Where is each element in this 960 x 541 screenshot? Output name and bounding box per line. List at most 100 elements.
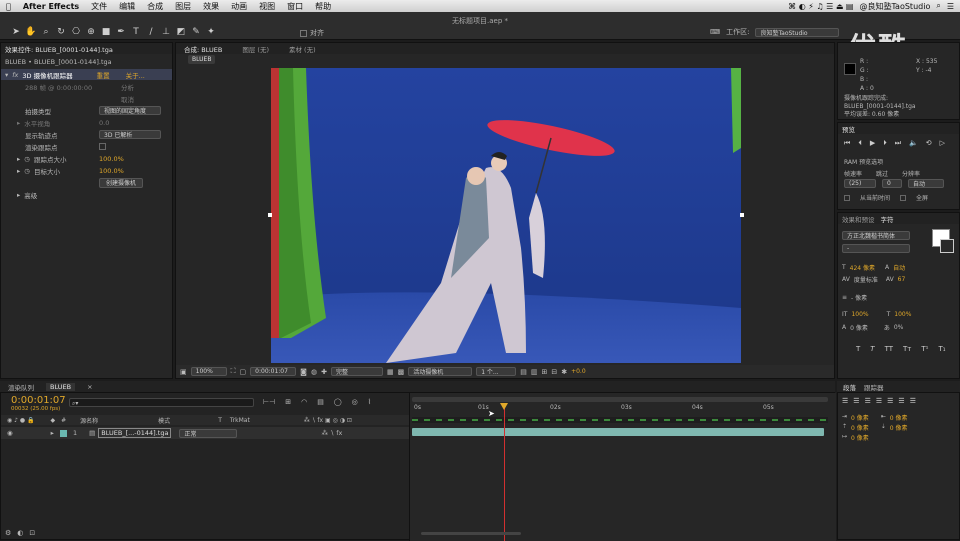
- layer-bar[interactable]: [412, 428, 824, 436]
- transparency-grid-icon[interactable]: ▩: [398, 368, 405, 376]
- align-left-icon[interactable]: ☰: [842, 397, 848, 405]
- col-name[interactable]: 源名称: [80, 416, 98, 425]
- layer-name[interactable]: BLUEB_[...-0144].tga: [98, 428, 172, 438]
- stroke-color-swatch[interactable]: [940, 239, 954, 253]
- always-preview-icon[interactable]: ▣: [180, 368, 187, 376]
- tsume-value[interactable]: 0%: [894, 324, 904, 331]
- camera-select[interactable]: 活动摄像机: [408, 367, 473, 376]
- chevron-right-icon[interactable]: ▸: [17, 119, 20, 127]
- comp-viewer[interactable]: [271, 68, 741, 363]
- playhead-line[interactable]: [504, 403, 505, 541]
- first-line-indent-value[interactable]: 0 像素: [851, 433, 869, 442]
- small-caps-icon[interactable]: Tт: [903, 345, 911, 353]
- eye-icon[interactable]: ◉: [7, 429, 13, 437]
- brainstorm-icon[interactable]: ◎: [352, 398, 358, 406]
- timeline-timecode[interactable]: 0:00:01:07: [11, 395, 66, 406]
- timeline-icon[interactable]: ⊞: [541, 368, 547, 376]
- res-select[interactable]: 自动: [908, 179, 944, 188]
- target-size-value[interactable]: 100.0%: [99, 165, 124, 176]
- superscript-icon[interactable]: T¹: [921, 345, 928, 353]
- toggle-pixel-icon[interactable]: ▤: [520, 368, 527, 376]
- motion-blur-icon[interactable]: ◯: [334, 398, 342, 406]
- all-caps-icon[interactable]: TT: [885, 345, 893, 353]
- layer-search-input[interactable]: ⌕▾: [69, 398, 254, 407]
- tracker-tab[interactable]: 跟踪器: [864, 382, 884, 392]
- table-row[interactable]: ◉ ▸ 1 ▤ BLUEB_[...-0144].tga 正常 ⁂ ∖ fx: [1, 427, 409, 439]
- about-link[interactable]: 关于...: [126, 70, 145, 80]
- effects-tab[interactable]: 效果控件: BLUEB_[0001-0144].tga: [5, 44, 113, 54]
- style-select[interactable]: -: [842, 244, 910, 253]
- resolution-select[interactable]: 完整: [330, 367, 383, 376]
- paragraph-tab[interactable]: 段落: [843, 382, 856, 392]
- skip-select[interactable]: 0: [882, 179, 902, 188]
- layer-switches-toggle-icon[interactable]: ⚙: [5, 529, 11, 537]
- ram-preview-icon[interactable]: ▷: [940, 139, 945, 148]
- viewer-handle-right[interactable]: [740, 213, 744, 217]
- channel-icon[interactable]: ✚: [321, 368, 327, 376]
- loop-icon[interactable]: ⟲: [926, 139, 932, 148]
- shoot-type-select[interactable]: 视图的固定角度: [99, 106, 161, 115]
- fx-icon[interactable]: fx: [12, 71, 18, 79]
- work-area-bar[interactable]: [412, 397, 828, 402]
- first-frame-icon[interactable]: ⏮: [844, 139, 850, 148]
- comp-tab[interactable]: 合成: BLUEB: [184, 44, 222, 54]
- character-tab[interactable]: 字符: [881, 214, 894, 224]
- blend-mode-select[interactable]: 正常: [179, 428, 238, 438]
- from-current-checkbox[interactable]: [844, 194, 850, 201]
- footage-tab[interactable]: 素材 (无): [289, 44, 316, 54]
- kern-value[interactable]: 度量标准: [854, 275, 878, 284]
- hfov-value[interactable]: 0.0: [99, 117, 109, 128]
- frame-blend-icon[interactable]: ▤: [317, 398, 324, 406]
- justify-right-icon[interactable]: ☰: [898, 397, 904, 405]
- stroke-width-value[interactable]: - 像素: [851, 293, 867, 302]
- chevron-right-icon[interactable]: ▸: [51, 429, 54, 437]
- tracking-value[interactable]: 67: [898, 276, 906, 283]
- grid-icon[interactable]: ▢: [240, 368, 247, 376]
- fullscreen-checkbox[interactable]: [900, 194, 907, 201]
- reset-exposure-icon[interactable]: ✱: [561, 368, 567, 376]
- cancel-button[interactable]: 取消: [121, 93, 134, 104]
- analyze-button[interactable]: 分析: [121, 81, 134, 92]
- fast-previews-icon[interactable]: ▥: [531, 368, 538, 376]
- layer-switches[interactable]: ⁂ ∖ fx: [321, 429, 342, 437]
- baseline-value[interactable]: 0 像素: [850, 323, 868, 332]
- flowchart-icon[interactable]: ⊟: [551, 368, 557, 376]
- modes-toggle-icon[interactable]: ◐: [17, 529, 23, 537]
- justify-center-icon[interactable]: ☰: [887, 397, 893, 405]
- time-ruler[interactable]: 0s 01s 02s 03s 04s 05s: [410, 403, 837, 415]
- zoom-select[interactable]: 100%: [190, 367, 227, 376]
- subscript-icon[interactable]: T₁: [938, 345, 945, 353]
- faux-italic-icon[interactable]: T: [870, 345, 874, 353]
- chevron-right-icon[interactable]: ▸: [17, 191, 20, 199]
- justify-all-icon[interactable]: ☰: [910, 397, 916, 405]
- last-frame-icon[interactable]: ⏭: [895, 139, 901, 148]
- stopwatch-icon[interactable]: ◷: [24, 155, 30, 163]
- viewer-handle-left[interactable]: [268, 213, 272, 217]
- timeline-graph[interactable]: 0s 01s 02s 03s 04s 05s ➤: [409, 393, 836, 541]
- indent-left-value[interactable]: 0 像素: [851, 413, 869, 422]
- render-queue-tab[interactable]: 渲染队列: [8, 382, 34, 392]
- workspace-select[interactable]: 良知塾TaoStudio: [755, 27, 840, 37]
- point-size-value[interactable]: 100.0%: [99, 153, 124, 164]
- audio-icon[interactable]: 🔈: [909, 139, 918, 148]
- vscale-value[interactable]: 100%: [851, 311, 868, 318]
- preview-tab[interactable]: 预览: [842, 124, 855, 134]
- safe-zones-icon[interactable]: ⛶: [231, 367, 236, 376]
- show-snapshot-icon[interactable]: ◍: [311, 368, 317, 376]
- disclosure-icon[interactable]: ▾: [5, 71, 8, 79]
- reset-link[interactable]: 重置: [97, 70, 110, 80]
- snapshot-icon[interactable]: ◙: [300, 368, 307, 376]
- faux-bold-icon[interactable]: T: [856, 345, 860, 353]
- space-after-value[interactable]: 0 像素: [890, 423, 908, 432]
- render-points-checkbox[interactable]: [99, 143, 106, 150]
- shy-icon[interactable]: ◠: [301, 398, 307, 406]
- in-out-toggle-icon[interactable]: ⊡: [29, 529, 35, 537]
- flowchart-button[interactable]: BLUEB: [188, 55, 216, 64]
- zoom-slider[interactable]: [421, 532, 521, 535]
- layer-tab[interactable]: 图层 (无): [242, 44, 269, 54]
- align-center-icon[interactable]: ☰: [853, 397, 859, 405]
- comp-mini-flowchart-icon[interactable]: ⊢⊣: [263, 398, 275, 406]
- create-camera-button[interactable]: 创建摄像机: [99, 177, 144, 188]
- font-size-value[interactable]: 424 像素: [850, 263, 875, 272]
- fps-select[interactable]: (25): [844, 179, 876, 188]
